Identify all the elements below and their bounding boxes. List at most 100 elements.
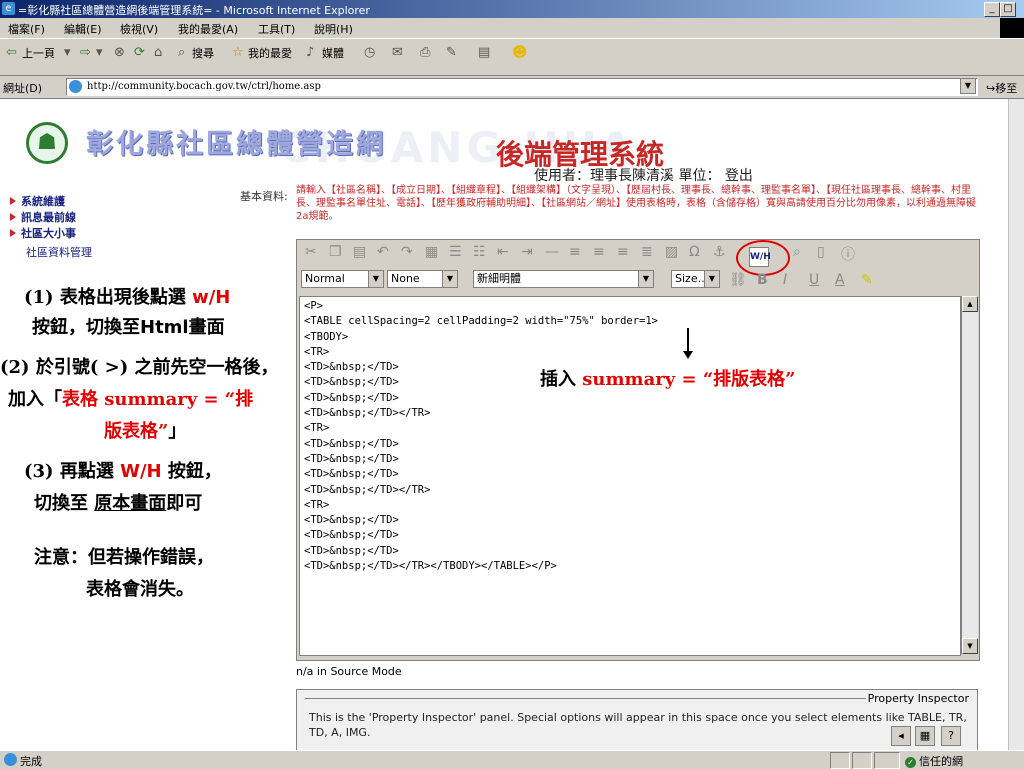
menu-edit[interactable]: 編輯(E) — [64, 21, 102, 37]
mail-icon[interactable]: ✉ — [392, 45, 403, 60]
nav-item-community[interactable]: 社區大小事 — [10, 225, 76, 241]
italic-icon[interactable]: I — [783, 272, 787, 288]
indent-icon[interactable]: ⇥ — [521, 244, 533, 260]
address-dropdown-button[interactable]: ▼ — [960, 78, 976, 94]
annotation-step1-line1: (1) 表格出現後點選 w/H — [24, 287, 231, 308]
media-button[interactable]: 媒體 — [322, 45, 344, 61]
address-label: 網址(D) — [3, 82, 43, 95]
basic-data-label: 基本資料: — [240, 190, 288, 203]
done-icon — [4, 753, 17, 766]
maximize-button[interactable]: □ — [1000, 2, 1016, 17]
find-icon[interactable]: ⌕ — [793, 244, 801, 260]
media-icon[interactable]: ♪ — [306, 45, 314, 60]
annotation-step1-line2: 按鈕，切換至Html畫面 — [32, 317, 225, 338]
browser-toolbar: ⇦ 上一頁 ▾ ⇨ ▾ ⊗ ⟳ ⌂ ⌕ 搜尋 ☆ 我的最愛 ♪ 媒體 ◷ ✉ ⎙… — [0, 39, 1024, 76]
nav-item-news[interactable]: 訊息最前線 — [10, 209, 76, 225]
table-icon[interactable]: ▦ — [425, 244, 438, 260]
history-icon[interactable]: ◷ — [364, 45, 375, 60]
paste-icon[interactable]: ▤ — [353, 244, 366, 260]
arrow-icon[interactable]: ◂ — [891, 726, 911, 746]
cut-icon[interactable]: ✂ — [305, 244, 317, 260]
horizontal-rule-icon[interactable]: — — [545, 244, 559, 260]
bullet-icon — [10, 213, 16, 221]
undo-icon[interactable]: ↶ — [377, 244, 389, 260]
trusted-zone-icon: ✓ — [905, 757, 916, 768]
nav-item-community-data[interactable]: 社區資料管理 — [26, 244, 92, 260]
menu-help[interactable]: 說明(H) — [314, 21, 353, 37]
back-button[interactable]: 上一頁 — [22, 45, 55, 61]
annotation-step3-line2: 切換至 原本畫面即可 — [34, 493, 203, 514]
stop-icon[interactable]: ⊗ — [114, 45, 125, 60]
messenger-icon[interactable]: ☻ — [512, 43, 528, 61]
menu-bar: 檔案(F) 編輯(E) 檢視(V) 我的最愛(A) 工具(T) 說明(H) — [0, 18, 1024, 39]
copy-icon[interactable]: ❐ — [329, 244, 342, 260]
annotation-step2-line3: 版表格”」 — [104, 421, 187, 442]
back-arrow-icon[interactable]: ⇦ — [6, 45, 17, 60]
search-icon[interactable]: ⌕ — [178, 45, 185, 60]
align-justify-icon[interactable]: ≣ — [641, 244, 653, 260]
annotation-step2-line1: (2) 於引號( >) 之前先空一格後， — [0, 357, 279, 378]
help-icon[interactable]: ? — [941, 726, 961, 746]
font-select[interactable]: 新細明體 ▼ — [473, 270, 654, 288]
style-select[interactable]: Normal ▼ — [301, 270, 384, 288]
bold-icon[interactable]: B — [757, 272, 768, 288]
go-button[interactable]: ↪移至 — [986, 80, 1017, 96]
image-icon[interactable]: ▨ — [665, 244, 678, 260]
align-center-icon[interactable]: ≡ — [593, 244, 605, 260]
special-char-icon[interactable]: Ω — [689, 244, 700, 260]
help-icon[interactable]: ⓘ — [841, 244, 855, 264]
annotation-step2-line2: 加入「表格 summary = “排 — [8, 389, 254, 410]
discuss-icon[interactable]: ▤ — [478, 45, 490, 60]
format-select[interactable]: None ▼ — [387, 270, 458, 288]
link-icon[interactable]: ⛓ — [729, 272, 747, 288]
forward-arrow-icon[interactable]: ⇨ — [80, 45, 91, 60]
address-bar: 網址(D) http://community.bocach.gov.tw/ctr… — [0, 76, 1024, 99]
annotation-insert-summary: 插入 summary = “排版表格” — [540, 369, 796, 390]
home-icon[interactable]: ⌂ — [154, 45, 162, 60]
favorites-icon[interactable]: ☆ — [232, 45, 244, 60]
page-content: CHUANG HUA ☗ 彰化縣社區總體營造網 後端管理系統 使用者：理事長陳清… — [0, 99, 1008, 750]
site-banner: CHUANG HUA ☗ 彰化縣社區總體營造網 後端管理系統 — [0, 99, 1008, 172]
annotation-note-line2: 表格會消失。 — [86, 579, 194, 600]
address-input[interactable]: http://community.bocach.gov.tw/ctrl/home… — [66, 78, 978, 96]
favorites-button[interactable]: 我的最愛 — [248, 45, 292, 61]
ie-logo-icon: e — [2, 2, 15, 15]
highlight-icon[interactable]: ✎ — [861, 272, 873, 288]
bullet-list-icon[interactable]: ☰ — [449, 244, 462, 260]
code-view-icon[interactable]: ▦ — [915, 726, 935, 746]
document-icon[interactable]: ▯ — [817, 244, 825, 260]
redo-icon[interactable]: ↷ — [401, 244, 413, 260]
search-button[interactable]: 搜尋 — [192, 45, 214, 61]
menu-view[interactable]: 檢視(V) — [120, 21, 158, 37]
menu-favorites[interactable]: 我的最愛(A) — [178, 21, 238, 37]
anchor-icon[interactable]: ⚓ — [713, 244, 726, 260]
status-bar: 完成 ✓ 信任的網 — [0, 750, 1024, 769]
menu-tools[interactable]: 工具(T) — [258, 21, 295, 37]
menu-file[interactable]: 檔案(F) — [8, 21, 45, 37]
underline-icon[interactable]: U — [809, 272, 819, 288]
print-icon[interactable]: ⎙ — [420, 45, 430, 60]
scroll-up-icon[interactable]: ▲ — [962, 296, 978, 312]
align-right-icon[interactable]: ≡ — [617, 244, 629, 260]
dropdown-arrow-icon[interactable]: ▾ — [64, 45, 71, 60]
window-title-bar: e =彰化縣社區總體營造網後端管理系統= - Microsoft Interne… — [0, 0, 1024, 18]
align-left-icon[interactable]: ≡ — [569, 244, 581, 260]
property-inspector: Property Inspector This is the 'Property… — [296, 689, 978, 750]
nav-item-system[interactable]: 系統維護 — [10, 193, 65, 209]
size-select[interactable]: Size.. ▼ — [671, 270, 720, 288]
edit-icon[interactable]: ✎ — [446, 45, 457, 60]
bullet-icon — [10, 229, 16, 237]
outdent-icon[interactable]: ⇤ — [497, 244, 509, 260]
scroll-down-icon[interactable]: ▼ — [962, 638, 978, 654]
source-code-area[interactable]: <P> <TABLE cellSpacing=2 cellPadding=2 w… — [299, 296, 961, 656]
font-color-icon[interactable]: A — [835, 272, 845, 288]
refresh-icon[interactable]: ⟳ — [134, 45, 145, 60]
html-editor: ✂ ❐ ▤ ↶ ↷ ▦ ☰ ☷ ⇤ ⇥ — ≡ ≡ ≡ ≣ ▨ Ω ⚓ W/H … — [296, 239, 980, 661]
source-code: <P> <TABLE cellSpacing=2 cellPadding=2 w… — [304, 300, 659, 573]
numbered-list-icon[interactable]: ☷ — [473, 244, 486, 260]
page-scrollbar[interactable] — [1008, 99, 1024, 750]
minimize-button[interactable]: _ — [984, 2, 1000, 17]
dropdown-arrow-icon[interactable]: ▾ — [96, 45, 103, 60]
editor-scrollbar[interactable]: ▲ ▼ — [961, 296, 978, 654]
property-inspector-title: Property Inspector — [865, 692, 971, 705]
